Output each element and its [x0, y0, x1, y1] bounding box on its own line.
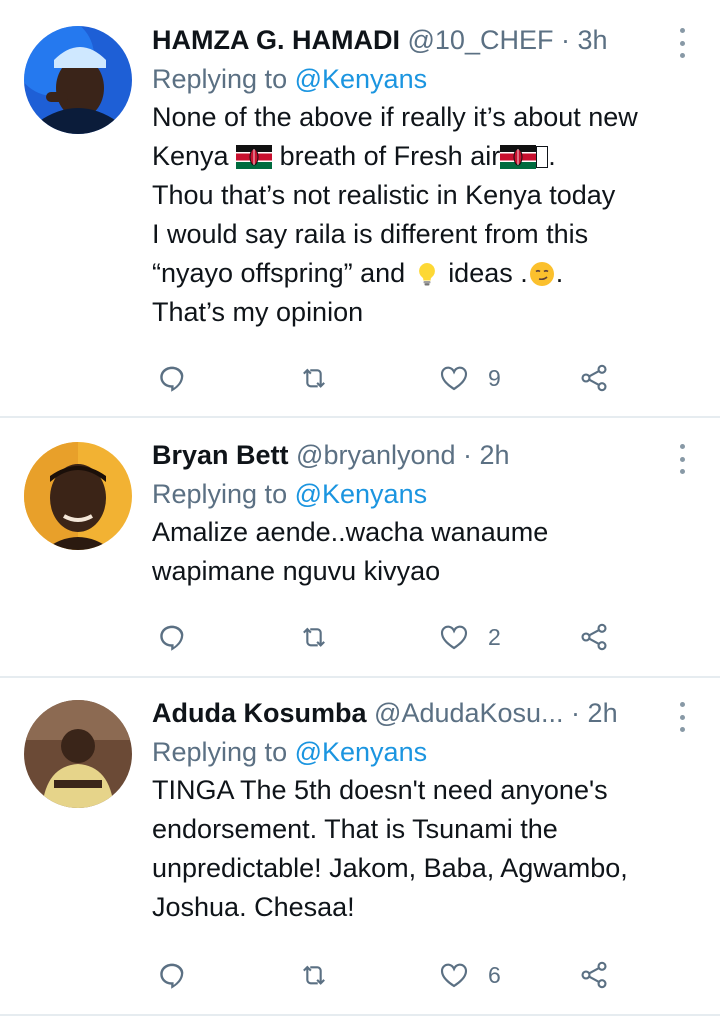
avatar[interactable] — [24, 26, 132, 134]
avatar-image — [24, 442, 132, 550]
avatar-image — [24, 26, 132, 134]
tweet-text-line: unpredictable! Jakom, Baba, Agwambo, — [152, 853, 628, 883]
replying-to-label: Replying to — [152, 64, 288, 94]
tweet-text-line: Thou that’s not realistic in Kenya today — [152, 180, 616, 210]
more-vertical-icon[interactable] — [676, 444, 688, 474]
share-button[interactable] — [578, 619, 610, 655]
like-button[interactable]: 9 — [438, 360, 501, 396]
tweet-text-line: TINGA The 5th doesn't need anyone's — [152, 775, 608, 805]
author-name[interactable]: Aduda Kosumba — [152, 698, 367, 728]
heart-icon — [438, 621, 470, 653]
retweet-icon — [298, 959, 330, 991]
share-button[interactable] — [578, 957, 610, 993]
reply-icon — [156, 362, 188, 394]
retweet-icon — [298, 362, 330, 394]
reply-button[interactable] — [156, 360, 188, 396]
tweet-text: None of the above if really it’s about n… — [152, 98, 680, 332]
replying-to-label: Replying to — [152, 737, 288, 767]
tweet[interactable]: HAMZA G. HAMADI @10_CHEF · 3h Replying t… — [0, 0, 720, 418]
retweet-button[interactable] — [298, 360, 330, 396]
tweet-text-line: Joshua. Chesaa! — [152, 892, 355, 922]
reply-button[interactable] — [156, 957, 188, 993]
tweet-header: Bryan Bett @bryanlyond · 2h — [152, 435, 680, 475]
replying-to: Replying to @Kenyans — [152, 60, 680, 98]
replying-to-handle[interactable]: @Kenyans — [295, 737, 427, 767]
tweet-text-line: Kenya breath of Fresh air. — [152, 141, 556, 171]
tweet-text-line: That’s my opinion — [152, 297, 364, 327]
heart-icon — [438, 959, 470, 991]
share-button[interactable] — [578, 360, 610, 396]
retweet-button[interactable] — [298, 619, 330, 655]
heart-icon — [438, 362, 470, 394]
share-icon — [578, 362, 610, 394]
lightbulb-emoji-icon — [413, 260, 441, 288]
reply-icon — [156, 621, 188, 653]
like-count: 9 — [488, 364, 501, 391]
more-vertical-icon[interactable] — [676, 702, 688, 732]
tweet-text-line: endorsement. That is Tsunami the — [152, 814, 558, 844]
like-count: 2 — [488, 623, 501, 650]
avatar[interactable] — [24, 700, 132, 808]
more-vertical-icon[interactable] — [676, 28, 688, 58]
author-handle-time: @10_CHEF · 3h — [407, 25, 608, 55]
tweet-text-line: wapimane nguvu kivyao — [152, 556, 441, 586]
retweet-button[interactable] — [298, 957, 330, 993]
tweet-header: Aduda Kosumba @AdudaKosu... · 2h — [152, 693, 680, 733]
author-name[interactable]: Bryan Bett — [152, 440, 289, 470]
like-count: 6 — [488, 961, 501, 988]
tweet-text-line: “nyayo offspring” and ideas .. — [152, 258, 564, 288]
tweet-text: TINGA The 5th doesn't need anyone's endo… — [152, 771, 680, 927]
share-icon — [578, 621, 610, 653]
reply-button[interactable] — [156, 619, 188, 655]
author-name[interactable]: HAMZA G. HAMADI — [152, 25, 400, 55]
like-button[interactable]: 6 — [438, 957, 501, 993]
tweet-text: Amalize aende..wacha wanaume wapimane ng… — [152, 513, 680, 591]
replying-to: Replying to @Kenyans — [152, 733, 680, 771]
retweet-icon — [298, 621, 330, 653]
tweet-actions: 2 — [152, 619, 624, 655]
tweet-text-line: Amalize aende..wacha wanaume — [152, 517, 549, 547]
share-icon — [578, 959, 610, 991]
tweet[interactable]: Aduda Kosumba @AdudaKosu... · 2h Replyin… — [0, 678, 720, 1016]
kenya-flag-icon — [500, 145, 536, 169]
avatar-image — [24, 700, 132, 808]
replying-to: Replying to @Kenyans — [152, 475, 680, 513]
missing-glyph-icon — [536, 146, 549, 168]
smirking-face-emoji-icon — [528, 260, 556, 288]
replying-to-label: Replying to — [152, 479, 288, 509]
replying-to-handle[interactable]: @Kenyans — [295, 479, 427, 509]
tweet-actions: 9 — [152, 360, 624, 396]
like-button[interactable]: 2 — [438, 619, 501, 655]
tweet-text-line: None of the above if really it’s about n… — [152, 102, 638, 132]
replying-to-handle[interactable]: @Kenyans — [295, 64, 427, 94]
author-handle-time: @bryanlyond · 2h — [296, 440, 510, 470]
reply-icon — [156, 959, 188, 991]
author-handle-time: @AdudaKosu... · 2h — [374, 698, 618, 728]
kenya-flag-icon — [236, 145, 272, 169]
tweet-actions: 6 — [152, 957, 624, 993]
avatar[interactable] — [24, 442, 132, 550]
tweet[interactable]: Bryan Bett @bryanlyond · 2h Replying to … — [0, 418, 720, 678]
tweet-text-line: I would say raila is different from this — [152, 219, 589, 249]
tweet-header: HAMZA G. HAMADI @10_CHEF · 3h — [152, 20, 680, 60]
